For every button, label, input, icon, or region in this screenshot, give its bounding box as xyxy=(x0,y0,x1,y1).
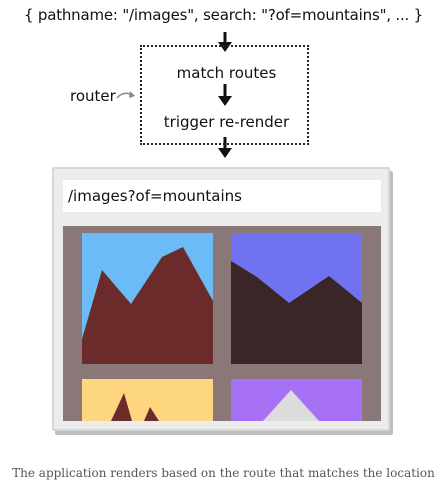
router-label: router xyxy=(70,87,116,105)
mountain-image-2[interactable] xyxy=(231,233,362,364)
mountain-image-3[interactable] xyxy=(82,379,213,421)
browser-window: /images?of=mountains xyxy=(52,167,390,431)
figure-caption: The application renders based on the rou… xyxy=(12,466,435,480)
image-gallery xyxy=(63,226,381,421)
router-box: match routes trigger re-render xyxy=(140,45,309,145)
step-match-routes: match routes xyxy=(176,64,277,82)
mountain-image-1[interactable] xyxy=(82,233,213,364)
mountain-image-4[interactable] xyxy=(231,379,362,421)
curved-arrow-icon xyxy=(116,91,135,99)
url-bar[interactable]: /images?of=mountains xyxy=(63,180,381,212)
step-trigger-re-render: trigger re-render xyxy=(163,113,290,131)
